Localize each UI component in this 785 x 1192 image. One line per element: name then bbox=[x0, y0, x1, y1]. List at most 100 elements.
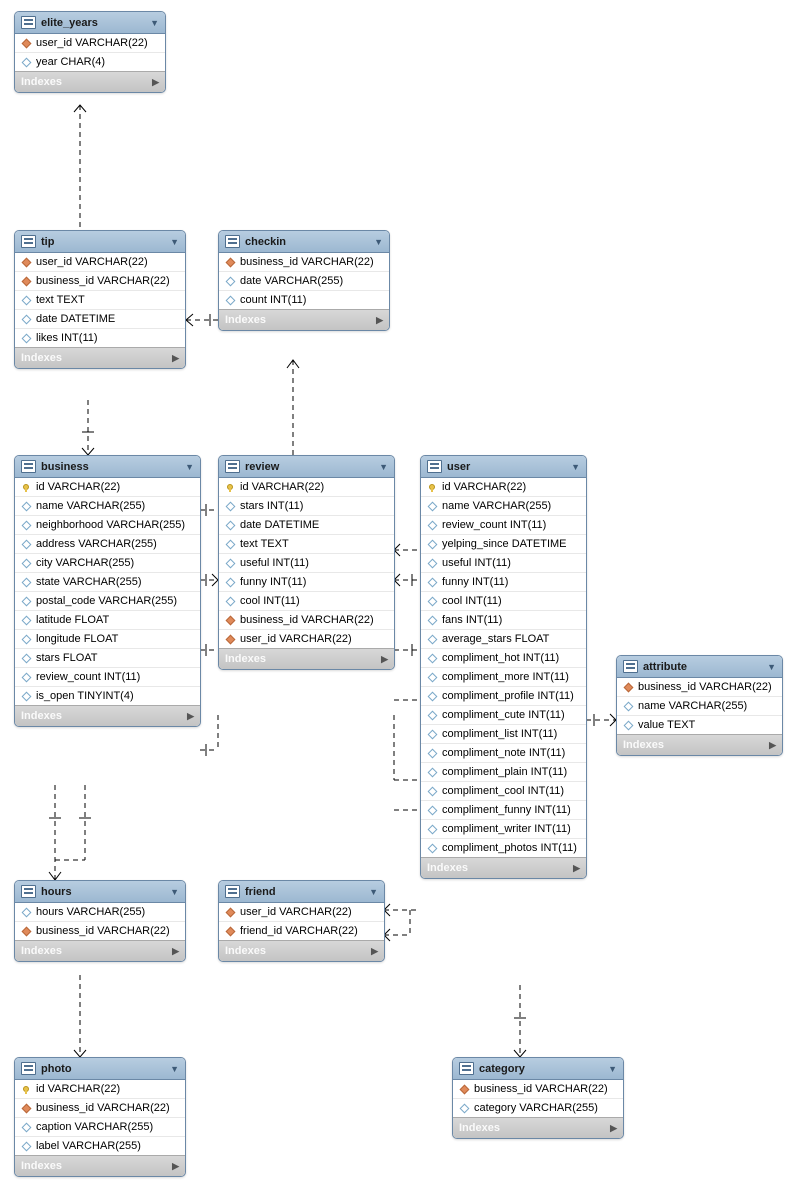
chevron-right-icon[interactable]: ▶ bbox=[381, 654, 388, 665]
column-row[interactable]: id VARCHAR(22) bbox=[15, 1080, 185, 1099]
column-row[interactable]: label VARCHAR(255) bbox=[15, 1137, 185, 1155]
chevron-down-icon[interactable]: ▼ bbox=[571, 462, 580, 472]
column-row[interactable]: text TEXT bbox=[219, 535, 394, 554]
table-tip[interactable]: tip▼user_id VARCHAR(22)business_id VARCH… bbox=[14, 230, 186, 369]
column-row[interactable]: compliment_funny INT(11) bbox=[421, 801, 586, 820]
column-row[interactable]: user_id VARCHAR(22) bbox=[219, 630, 394, 648]
table-header[interactable]: business▼ bbox=[15, 456, 200, 478]
indexes-section[interactable]: Indexes▶ bbox=[15, 1155, 185, 1176]
table-photo[interactable]: photo▼id VARCHAR(22)business_id VARCHAR(… bbox=[14, 1057, 186, 1177]
column-row[interactable]: year CHAR(4) bbox=[15, 53, 165, 71]
table-header[interactable]: category▼ bbox=[453, 1058, 623, 1080]
column-row[interactable]: business_id VARCHAR(22) bbox=[219, 253, 389, 272]
column-row[interactable]: business_id VARCHAR(22) bbox=[453, 1080, 623, 1099]
table-header[interactable]: user▼ bbox=[421, 456, 586, 478]
chevron-down-icon[interactable]: ▼ bbox=[170, 1064, 179, 1074]
column-row[interactable]: user_id VARCHAR(22) bbox=[15, 34, 165, 53]
column-row[interactable]: compliment_writer INT(11) bbox=[421, 820, 586, 839]
table-hours[interactable]: hours▼hours VARCHAR(255)business_id VARC… bbox=[14, 880, 186, 962]
column-row[interactable]: compliment_more INT(11) bbox=[421, 668, 586, 687]
indexes-section[interactable]: Indexes▶ bbox=[219, 940, 384, 961]
column-row[interactable]: compliment_cool INT(11) bbox=[421, 782, 586, 801]
column-row[interactable]: business_id VARCHAR(22) bbox=[15, 272, 185, 291]
indexes-section[interactable]: Indexes▶ bbox=[617, 734, 782, 755]
column-row[interactable]: funny INT(11) bbox=[219, 573, 394, 592]
indexes-section[interactable]: Indexes▶ bbox=[15, 705, 200, 726]
column-row[interactable]: value TEXT bbox=[617, 716, 782, 734]
column-row[interactable]: compliment_photos INT(11) bbox=[421, 839, 586, 857]
column-row[interactable]: id VARCHAR(22) bbox=[219, 478, 394, 497]
table-header[interactable]: friend▼ bbox=[219, 881, 384, 903]
column-row[interactable]: business_id VARCHAR(22) bbox=[617, 678, 782, 697]
chevron-right-icon[interactable]: ▶ bbox=[376, 315, 383, 326]
table-header[interactable]: elite_years▼ bbox=[15, 12, 165, 34]
column-row[interactable]: stars INT(11) bbox=[219, 497, 394, 516]
column-row[interactable]: useful INT(11) bbox=[219, 554, 394, 573]
column-row[interactable]: date DATETIME bbox=[219, 516, 394, 535]
column-row[interactable]: name VARCHAR(255) bbox=[617, 697, 782, 716]
table-category[interactable]: category▼business_id VARCHAR(22)category… bbox=[452, 1057, 624, 1139]
table-header[interactable]: attribute▼ bbox=[617, 656, 782, 678]
column-row[interactable]: count INT(11) bbox=[219, 291, 389, 309]
column-row[interactable]: cool INT(11) bbox=[219, 592, 394, 611]
chevron-right-icon[interactable]: ▶ bbox=[152, 77, 159, 88]
column-row[interactable]: review_count INT(11) bbox=[421, 516, 586, 535]
table-header[interactable]: checkin▼ bbox=[219, 231, 389, 253]
column-row[interactable]: name VARCHAR(255) bbox=[421, 497, 586, 516]
chevron-down-icon[interactable]: ▼ bbox=[379, 462, 388, 472]
chevron-right-icon[interactable]: ▶ bbox=[610, 1123, 617, 1134]
column-row[interactable]: hours VARCHAR(255) bbox=[15, 903, 185, 922]
column-row[interactable]: user_id VARCHAR(22) bbox=[219, 903, 384, 922]
column-row[interactable]: compliment_cute INT(11) bbox=[421, 706, 586, 725]
column-row[interactable]: city VARCHAR(255) bbox=[15, 554, 200, 573]
chevron-down-icon[interactable]: ▼ bbox=[767, 662, 776, 672]
chevron-right-icon[interactable]: ▶ bbox=[769, 740, 776, 751]
column-row[interactable]: compliment_note INT(11) bbox=[421, 744, 586, 763]
column-row[interactable]: compliment_plain INT(11) bbox=[421, 763, 586, 782]
column-row[interactable]: compliment_profile INT(11) bbox=[421, 687, 586, 706]
table-review[interactable]: review▼id VARCHAR(22)stars INT(11)date D… bbox=[218, 455, 395, 670]
column-row[interactable]: business_id VARCHAR(22) bbox=[15, 1099, 185, 1118]
indexes-section[interactable]: Indexes▶ bbox=[15, 347, 185, 368]
table-checkin[interactable]: checkin▼business_id VARCHAR(22)date VARC… bbox=[218, 230, 390, 331]
column-row[interactable]: postal_code VARCHAR(255) bbox=[15, 592, 200, 611]
column-row[interactable]: compliment_list INT(11) bbox=[421, 725, 586, 744]
chevron-down-icon[interactable]: ▼ bbox=[170, 887, 179, 897]
table-user[interactable]: user▼id VARCHAR(22)name VARCHAR(255)revi… bbox=[420, 455, 587, 879]
chevron-down-icon[interactable]: ▼ bbox=[374, 237, 383, 247]
column-row[interactable]: business_id VARCHAR(22) bbox=[219, 611, 394, 630]
column-row[interactable]: compliment_hot INT(11) bbox=[421, 649, 586, 668]
column-row[interactable]: text TEXT bbox=[15, 291, 185, 310]
column-row[interactable]: is_open TINYINT(4) bbox=[15, 687, 200, 705]
column-row[interactable]: name VARCHAR(255) bbox=[15, 497, 200, 516]
chevron-down-icon[interactable]: ▼ bbox=[170, 237, 179, 247]
column-row[interactable]: user_id VARCHAR(22) bbox=[15, 253, 185, 272]
table-attribute[interactable]: attribute▼business_id VARCHAR(22)name VA… bbox=[616, 655, 783, 756]
column-row[interactable]: date VARCHAR(255) bbox=[219, 272, 389, 291]
indexes-section[interactable]: Indexes▶ bbox=[421, 857, 586, 878]
column-row[interactable]: fans INT(11) bbox=[421, 611, 586, 630]
table-header[interactable]: review▼ bbox=[219, 456, 394, 478]
table-header[interactable]: hours▼ bbox=[15, 881, 185, 903]
chevron-down-icon[interactable]: ▼ bbox=[608, 1064, 617, 1074]
column-row[interactable]: funny INT(11) bbox=[421, 573, 586, 592]
column-row[interactable]: longitude FLOAT bbox=[15, 630, 200, 649]
column-row[interactable]: useful INT(11) bbox=[421, 554, 586, 573]
column-row[interactable]: address VARCHAR(255) bbox=[15, 535, 200, 554]
indexes-section[interactable]: Indexes▶ bbox=[453, 1117, 623, 1138]
chevron-down-icon[interactable]: ▼ bbox=[185, 462, 194, 472]
indexes-section[interactable]: Indexes▶ bbox=[15, 71, 165, 92]
chevron-right-icon[interactable]: ▶ bbox=[573, 863, 580, 874]
chevron-right-icon[interactable]: ▶ bbox=[187, 711, 194, 722]
column-row[interactable]: caption VARCHAR(255) bbox=[15, 1118, 185, 1137]
indexes-section[interactable]: Indexes▶ bbox=[219, 309, 389, 330]
column-row[interactable]: id VARCHAR(22) bbox=[15, 478, 200, 497]
table-header[interactable]: photo▼ bbox=[15, 1058, 185, 1080]
column-row[interactable]: date DATETIME bbox=[15, 310, 185, 329]
chevron-down-icon[interactable]: ▼ bbox=[369, 887, 378, 897]
column-row[interactable]: neighborhood VARCHAR(255) bbox=[15, 516, 200, 535]
column-row[interactable]: category VARCHAR(255) bbox=[453, 1099, 623, 1117]
chevron-right-icon[interactable]: ▶ bbox=[172, 946, 179, 957]
column-row[interactable]: friend_id VARCHAR(22) bbox=[219, 922, 384, 940]
table-header[interactable]: tip▼ bbox=[15, 231, 185, 253]
